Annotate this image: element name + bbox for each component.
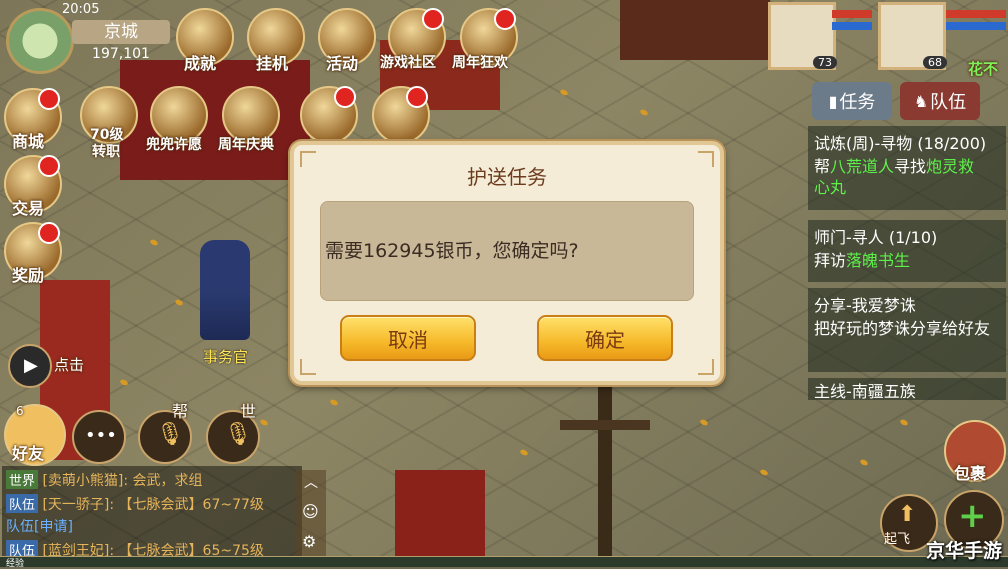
gift-box-button[interactable]: [372, 86, 430, 144]
level-badge: 68: [923, 56, 947, 69]
dialog-corner-ornament: [300, 359, 316, 375]
friend-label: 好友: [12, 444, 45, 463]
notification-dot: [406, 86, 428, 108]
health-bar: [832, 10, 872, 18]
dialog-corner-ornament: [698, 359, 714, 375]
chat-side-controls: ︿ ☺ ⚙: [296, 470, 326, 567]
trade-label: 交易: [12, 199, 45, 218]
chat-bubble-icon: •••: [85, 425, 117, 446]
quest-item[interactable]: 主线-南疆五族: [808, 378, 1006, 400]
chat-message: 世界 [卖萌小熊猫]: 会武，求组: [6, 470, 203, 490]
play-button[interactable]: ▶: [8, 344, 52, 388]
job-change-label: 转职: [92, 144, 120, 160]
reward-label: 奖励: [12, 266, 45, 285]
gift-button[interactable]: [300, 86, 358, 144]
notification-dot: [494, 8, 516, 30]
experience-bar: 经验: [0, 556, 1008, 569]
quest-title: 师门-寻人 (1/10): [814, 228, 938, 247]
microphone-icon: 🎙: [156, 422, 184, 447]
notification-dot: [38, 155, 60, 177]
scroll-icon: ▮: [828, 91, 838, 111]
voice-world-label: 世: [240, 402, 257, 421]
play-icon: ▶: [24, 355, 38, 376]
party-note: 花不: [968, 60, 999, 78]
confirm-button[interactable]: 确定: [537, 315, 673, 361]
mana-bar: [946, 22, 1006, 30]
emoji-icon[interactable]: ☺: [302, 502, 319, 521]
achievement-label: 成就: [184, 54, 217, 73]
tab-team[interactable]: ♞ 队伍: [900, 82, 980, 120]
notification-dot: [38, 88, 60, 110]
chat-text: [天一骄子]: 【七脉会武】67~77级: [42, 497, 264, 513]
party-member-avatar[interactable]: 73: [768, 2, 837, 70]
chat-button[interactable]: •••: [72, 410, 126, 464]
mount-label: 起飞: [884, 532, 911, 547]
chat-panel[interactable]: 世界 [卖萌小熊猫]: 会武，求组 队伍 [天一骄子]: 【七脉会武】67~77…: [2, 466, 302, 567]
microphone-icon: 🎙: [224, 422, 252, 447]
mana-bar: [832, 22, 872, 30]
chevron-up-icon[interactable]: ︿: [304, 472, 318, 492]
dialog-message: 需要162945银币，您确定吗?: [325, 240, 579, 262]
settings-icon[interactable]: ⚙: [302, 532, 316, 551]
friend-count: 6: [16, 404, 24, 418]
event-label: 活动: [326, 54, 359, 73]
voice-help-label: 帮: [172, 402, 189, 421]
bag-label: 包裹: [954, 464, 987, 483]
level-badge: 73: [813, 56, 837, 69]
channel-badge: 队伍: [6, 494, 39, 513]
quest-description: 拜访落魄书生: [814, 251, 911, 270]
anniversary-celebration-label: 周年庆典: [218, 137, 274, 153]
city-name: 京城: [72, 20, 170, 44]
cancel-button[interactable]: 取消: [340, 315, 476, 361]
team-icon: ♞: [913, 91, 929, 111]
notification-dot: [422, 8, 444, 30]
health-bar: [946, 10, 1006, 18]
tracker-tabs: ▮ 任务 ♞ 队伍: [812, 82, 982, 120]
experience-label: 经验: [6, 559, 25, 569]
community-label: 游戏社区: [380, 55, 436, 71]
lamp-post: [598, 380, 612, 567]
quest-title: 试炼(周)-寻物 (18/200): [814, 134, 987, 153]
chat-text: [卖萌小熊猫]: 会武，求组: [42, 473, 203, 489]
quest-item[interactable]: 试炼(周)-寻物 (18/200) 帮八荒道人寻找炮灵救 心丸: [808, 126, 1006, 210]
tab-task[interactable]: ▮ 任务: [812, 82, 892, 120]
quest-item[interactable]: 师门-寻人 (1/10) 拜访落魄书生: [808, 220, 1006, 282]
shop-label: 商城: [12, 132, 45, 151]
auto-battle-label: 挂机: [256, 54, 289, 73]
channel-badge: 世界: [6, 470, 39, 489]
watermark: 京华手游: [925, 540, 1002, 562]
chat-message: 队伍 [天一骄子]: 【七脉会武】67~77级: [6, 494, 264, 514]
dialog-message-box: 需要162945银币，您确定吗?: [320, 201, 694, 301]
quest-title: 分享-我爱梦诛: [814, 296, 916, 315]
click-hint: 点击: [54, 356, 85, 374]
quest-item[interactable]: 分享-我爱梦诛 把好玩的梦诛分享给好友: [808, 288, 1006, 372]
quest-description: 把好玩的梦诛分享给好友: [814, 319, 991, 338]
quest-description: 帮八荒道人寻找炮灵救 心丸: [814, 157, 975, 197]
coordinates-text: 197,101: [92, 46, 150, 62]
arrow-up-icon: ⬆: [898, 502, 917, 527]
plus-icon: +: [958, 496, 987, 536]
escort-confirm-dialog: 护送任务 需要162945银币，您确定吗? 取消 确定: [290, 141, 724, 385]
tab-team-label: 队伍: [930, 92, 967, 113]
npc-name-label: 事务官: [203, 348, 249, 366]
pet-avatar[interactable]: 68: [878, 2, 947, 70]
anniversary-carnival-label: 周年狂欢: [452, 55, 508, 71]
tab-task-label: 任务: [839, 92, 876, 113]
lamp-post-arm: [560, 420, 650, 430]
dialog-title: 护送任务: [467, 165, 547, 189]
location-panel[interactable]: 20:05 京城 197,101: [62, 2, 174, 64]
quest-title: 主线-南疆五族: [814, 382, 916, 400]
npc-sprite[interactable]: [200, 240, 250, 340]
notification-dot: [38, 222, 60, 244]
wish-label: 兜兜许愿: [146, 137, 202, 153]
chat-link[interactable]: 队伍[申请]: [6, 516, 73, 536]
notification-dot: [334, 86, 356, 108]
clock-text: 20:05: [62, 2, 100, 17]
